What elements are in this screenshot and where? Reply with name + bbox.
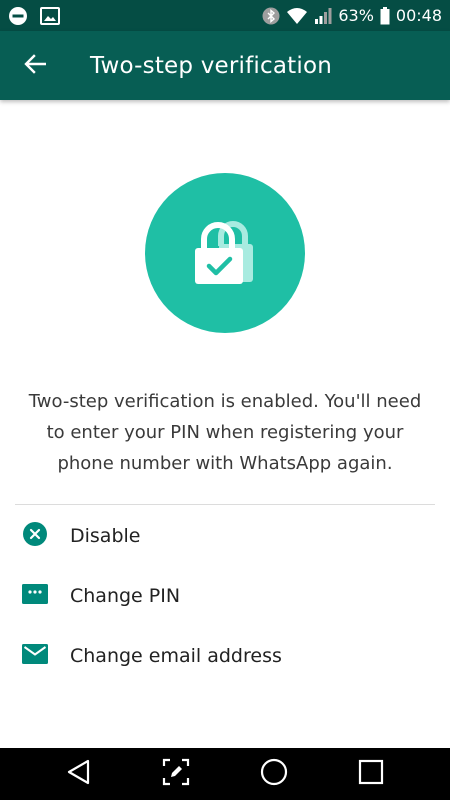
battery-icon [380,6,390,25]
home-circle-icon [260,758,288,790]
back-triangle-icon [66,759,92,789]
wifi-icon [286,7,308,25]
change-pin-option[interactable]: Change PIN [0,566,450,626]
navigation-bar [0,748,450,800]
nav-home-button[interactable] [244,748,304,800]
nav-screenshot-edit-button[interactable] [146,748,206,800]
hero-circle [145,173,305,333]
battery-percent: 63% [338,6,374,25]
edit-screenshot-icon [162,758,190,790]
disable-label: Disable [70,525,141,547]
image-notification-icon [40,6,60,25]
arrow-back-icon [24,53,47,79]
disable-x-icon [23,522,47,550]
status-bar: 63% 00:48 [0,0,450,31]
lock-check-icon [185,216,265,290]
app-bar: Two-step verification [0,31,450,100]
nav-back-button[interactable] [49,748,109,800]
screen: 63% 00:48 Two-step verification Two-step… [0,0,450,800]
disable-option[interactable]: Disable [0,506,450,566]
pin-icon [22,584,48,608]
change-email-label: Change email address [70,645,282,667]
back-button[interactable] [0,31,70,100]
divider [15,504,435,505]
change-pin-label: Change PIN [70,585,181,607]
change-email-option[interactable]: Change email address [0,626,450,686]
email-icon [22,644,48,668]
nav-recents-button[interactable] [341,748,401,800]
signal-icon [314,7,332,25]
do-not-disturb-icon [8,6,28,26]
bluetooth-icon [262,6,280,26]
status-description: Two-step verification is enabled. You'll… [28,391,422,474]
recents-square-icon [358,759,384,789]
page-title: Two-step verification [90,52,333,79]
clock: 00:48 [395,6,442,25]
